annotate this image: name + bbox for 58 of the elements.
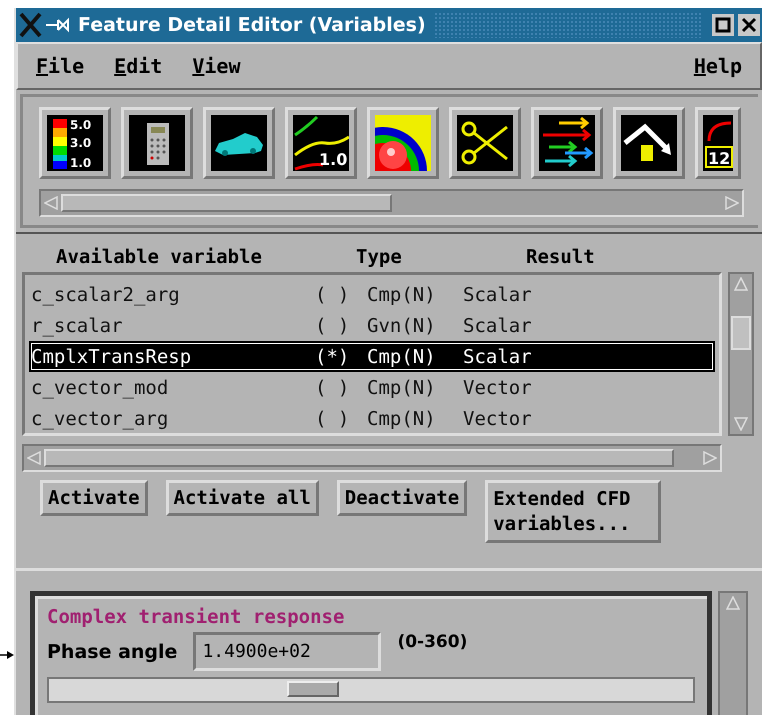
- pin-icon[interactable]: [46, 17, 72, 33]
- menu-item[interactable]: File: [36, 54, 84, 78]
- close-icon[interactable]: [738, 14, 760, 36]
- list-row[interactable]: r_scalar ( ) Gvn(N) Scalar: [29, 310, 715, 341]
- action-button[interactable]: Activate all: [166, 480, 319, 516]
- list-row[interactable]: c_vector_mod ( ) Cmp(N) Vector: [29, 372, 715, 403]
- scrollbar-thumb[interactable]: [61, 194, 392, 212]
- action-button[interactable]: Deactivate: [336, 480, 468, 516]
- tool-button[interactable]: [121, 107, 193, 179]
- x-logo-icon[interactable]: [18, 12, 44, 38]
- slider-thumb[interactable]: [287, 681, 340, 697]
- color-legend-icon: 5.0 3.0 1.0: [47, 115, 103, 171]
- calculator-icon: [129, 115, 185, 171]
- up-arrow-icon[interactable]: [726, 596, 740, 610]
- tool-button[interactable]: 5.0 3.0 1.0: [39, 107, 111, 179]
- vertical-scrollbar[interactable]: [728, 272, 754, 436]
- menu-item[interactable]: Edit: [114, 54, 162, 78]
- scrollbar-thumb[interactable]: [44, 449, 674, 467]
- list-row[interactable]: c_scalar2_arg ( ) Cmp(N) Scalar: [29, 279, 715, 310]
- left-arrow-icon[interactable]: [27, 451, 41, 465]
- right-arrow-icon[interactable]: [725, 196, 739, 210]
- car-icon: [211, 115, 267, 171]
- phase-angle-field[interactable]: 1.4900e+02: [193, 632, 382, 671]
- scrollbar-thumb[interactable]: [731, 316, 751, 350]
- tool-button[interactable]: [367, 107, 439, 179]
- tool-button[interactable]: [203, 107, 275, 179]
- tool-button[interactable]: [613, 107, 685, 179]
- tool-button[interactable]: 12: [695, 107, 741, 179]
- range-label: (0-360): [397, 632, 468, 652]
- tool-button[interactable]: 1.0: [285, 107, 357, 179]
- section-heading: Complex transient response: [47, 606, 346, 628]
- horizontal-scrollbar[interactable]: [22, 444, 722, 472]
- contour-lines-icon: 1.0: [293, 115, 349, 171]
- target-icon: [375, 115, 431, 171]
- column-header: Type: [356, 246, 403, 268]
- horizontal-scrollbar[interactable]: [39, 189, 744, 217]
- list-row[interactable]: CmplxTransResp (*) Cmp(N) Scalar: [29, 341, 715, 372]
- tool-button[interactable]: [531, 107, 603, 179]
- pointer-arrow-icon: [0, 650, 14, 660]
- scissors-icon: [457, 115, 513, 171]
- menu-item[interactable]: View: [192, 54, 241, 78]
- arrows-icon: [539, 115, 595, 171]
- menu-item[interactable]: Help: [694, 54, 742, 78]
- up-arrow-icon[interactable]: [734, 277, 748, 291]
- action-button[interactable]: Activate: [40, 480, 148, 516]
- tool-button[interactable]: [449, 107, 521, 179]
- field-label: Phase angle: [47, 640, 178, 662]
- maximize-icon[interactable]: [712, 14, 734, 36]
- action-button[interactable]: Extended CFD variables...: [485, 480, 662, 544]
- slider-track[interactable]: [47, 677, 695, 703]
- column-header: Result: [526, 246, 595, 268]
- window-title: Feature Detail Editor (Variables): [78, 14, 426, 36]
- down-arrow-icon[interactable]: [734, 417, 748, 431]
- list-row[interactable]: c_vector_arg ( ) Cmp(N) Vector: [29, 403, 715, 434]
- column-header: Available variable: [56, 246, 263, 268]
- vertical-scrollbar[interactable]: [718, 591, 748, 715]
- right-arrow-icon[interactable]: [703, 451, 717, 465]
- left-arrow-icon[interactable]: [44, 196, 58, 210]
